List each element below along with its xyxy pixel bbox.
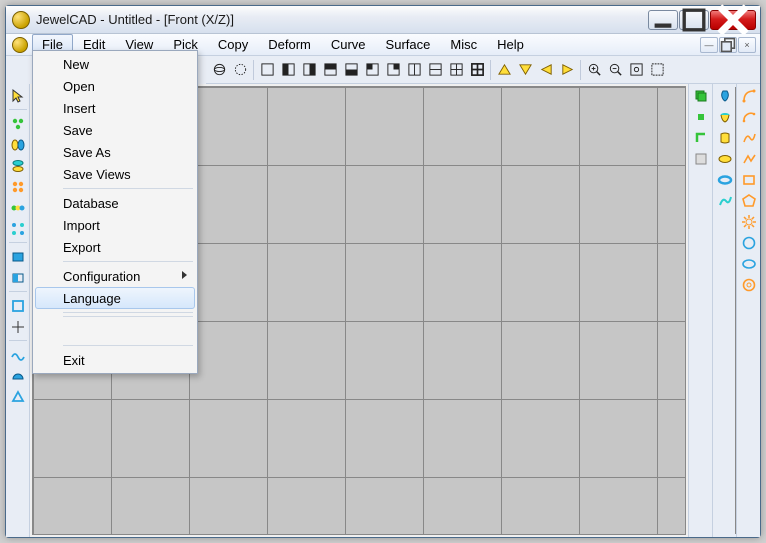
menu-misc[interactable]: Misc bbox=[440, 34, 487, 55]
mdi-controls: — × bbox=[700, 37, 758, 53]
zoom-out-icon[interactable] bbox=[605, 59, 626, 80]
app-icon bbox=[12, 11, 30, 29]
window-title: JewelCAD - Untitled - [Front (X/Z)] bbox=[36, 12, 648, 27]
file-menu-item-save-as[interactable]: Save As bbox=[35, 141, 195, 163]
menu-surface[interactable]: Surface bbox=[376, 34, 441, 55]
close-button[interactable] bbox=[710, 10, 756, 30]
view-right-icon[interactable] bbox=[299, 59, 320, 80]
box-blue-icon[interactable] bbox=[8, 296, 28, 316]
ellipses-yb-icon[interactable] bbox=[8, 135, 28, 155]
file-menu-item-open[interactable]: Open bbox=[35, 75, 195, 97]
rect-half-icon[interactable] bbox=[8, 268, 28, 288]
menu-separator bbox=[63, 261, 193, 262]
zoom-fit-icon[interactable] bbox=[626, 59, 647, 80]
file-menu-dropdown: NewOpenInsertSaveSave AsSave Views Databa… bbox=[32, 50, 198, 374]
wave-cyan-icon[interactable] bbox=[715, 191, 735, 211]
split-v-icon[interactable] bbox=[404, 59, 425, 80]
wave-blue-icon[interactable] bbox=[8, 345, 28, 365]
titlebar: JewelCAD - Untitled - [Front (X/Z)] bbox=[6, 6, 760, 34]
gear-orange-icon[interactable] bbox=[739, 212, 759, 232]
layers-icon[interactable] bbox=[691, 86, 711, 106]
polygon-orange-icon[interactable] bbox=[739, 191, 759, 211]
menu-separator bbox=[63, 188, 193, 189]
ring-orange-icon[interactable] bbox=[739, 275, 759, 295]
semi-blue-icon[interactable] bbox=[8, 366, 28, 386]
menu-curve[interactable]: Curve bbox=[321, 34, 376, 55]
view-full-icon[interactable] bbox=[257, 59, 278, 80]
mdi-minimize-button[interactable]: — bbox=[700, 37, 718, 53]
file-menu-item-language[interactable]: Language bbox=[35, 287, 195, 309]
ellipse-blue-icon[interactable] bbox=[739, 254, 759, 274]
circle-blue-icon[interactable] bbox=[739, 233, 759, 253]
menu-help[interactable]: Help bbox=[487, 34, 534, 55]
beads-orange-icon[interactable] bbox=[8, 177, 28, 197]
mdi-icon[interactable] bbox=[12, 37, 28, 53]
cross-icon[interactable] bbox=[8, 317, 28, 337]
spline-orange-icon[interactable] bbox=[739, 128, 759, 148]
file-menu-item-new[interactable]: New bbox=[35, 53, 195, 75]
tri-up-yellow-icon[interactable] bbox=[494, 59, 515, 80]
left-toolbar-1 bbox=[6, 84, 30, 537]
tri-right-yellow-icon[interactable] bbox=[557, 59, 578, 80]
dot-green-icon[interactable] bbox=[691, 107, 711, 127]
file-menu-item-configuration[interactable]: Configuration bbox=[35, 265, 195, 287]
rect-full-icon[interactable] bbox=[8, 247, 28, 267]
ellipses-cy-icon[interactable] bbox=[8, 156, 28, 176]
rect-orange-icon[interactable] bbox=[739, 170, 759, 190]
disc-yellow-icon[interactable] bbox=[715, 149, 735, 169]
mdi-restore-button[interactable] bbox=[719, 37, 737, 53]
view-top-icon[interactable] bbox=[320, 59, 341, 80]
window-controls bbox=[648, 10, 756, 30]
file-menu-item-save-views[interactable]: Save Views bbox=[35, 163, 195, 185]
view-tl-icon[interactable] bbox=[362, 59, 383, 80]
triangle-blue-icon[interactable] bbox=[8, 387, 28, 407]
vase-cyan-icon[interactable] bbox=[715, 107, 735, 127]
file-menu-item-database[interactable]: Database bbox=[35, 192, 195, 214]
curve-orange-icon[interactable] bbox=[739, 86, 759, 106]
beads-mixed-icon[interactable] bbox=[8, 198, 28, 218]
split-h-icon[interactable] bbox=[425, 59, 446, 80]
vase-icon[interactable] bbox=[715, 86, 735, 106]
view-bottom-icon[interactable] bbox=[341, 59, 362, 80]
tri-down-yellow-icon[interactable] bbox=[515, 59, 536, 80]
zoom-sel-icon[interactable] bbox=[647, 59, 668, 80]
split-quad-icon[interactable] bbox=[446, 59, 467, 80]
menu-deform[interactable]: Deform bbox=[258, 34, 321, 55]
torus-icon[interactable] bbox=[715, 170, 735, 190]
cursor-icon[interactable] bbox=[8, 86, 28, 106]
menu-separator bbox=[63, 312, 193, 313]
menu-separator bbox=[63, 316, 193, 317]
menu-separator bbox=[63, 345, 193, 346]
sphere-dotted-icon[interactable] bbox=[230, 59, 251, 80]
right-toolbar-2 bbox=[712, 84, 736, 537]
view-tr-icon[interactable] bbox=[383, 59, 404, 80]
beads-green-icon[interactable] bbox=[8, 114, 28, 134]
corner-green-icon[interactable] bbox=[691, 128, 711, 148]
file-menu-item-exit[interactable]: Exit bbox=[35, 349, 195, 371]
maximize-button[interactable] bbox=[679, 10, 709, 30]
split-quad-bold-icon[interactable] bbox=[467, 59, 488, 80]
sphere-wire-icon[interactable] bbox=[209, 59, 230, 80]
submenu-arrow-icon bbox=[182, 271, 187, 279]
right-toolbar-1 bbox=[688, 84, 712, 537]
beads-blue-icon[interactable] bbox=[8, 219, 28, 239]
file-menu-item-export[interactable]: Export bbox=[35, 236, 195, 258]
menu-blank bbox=[35, 320, 195, 342]
menu-copy[interactable]: Copy bbox=[208, 34, 258, 55]
tri-left-yellow-icon[interactable] bbox=[536, 59, 557, 80]
minimize-button[interactable] bbox=[648, 10, 678, 30]
view-left-icon[interactable] bbox=[278, 59, 299, 80]
file-menu-item-import[interactable]: Import bbox=[35, 214, 195, 236]
box-gray-icon[interactable] bbox=[691, 149, 711, 169]
file-menu-item-insert[interactable]: Insert bbox=[35, 97, 195, 119]
zoom-in-icon[interactable] bbox=[584, 59, 605, 80]
path-orange-icon[interactable] bbox=[739, 149, 759, 169]
right-toolbar-3 bbox=[736, 84, 760, 537]
sweep-yellow-icon[interactable] bbox=[715, 128, 735, 148]
arc-orange-icon[interactable] bbox=[739, 107, 759, 127]
file-menu-item-save[interactable]: Save bbox=[35, 119, 195, 141]
mdi-close-button[interactable]: × bbox=[738, 37, 756, 53]
